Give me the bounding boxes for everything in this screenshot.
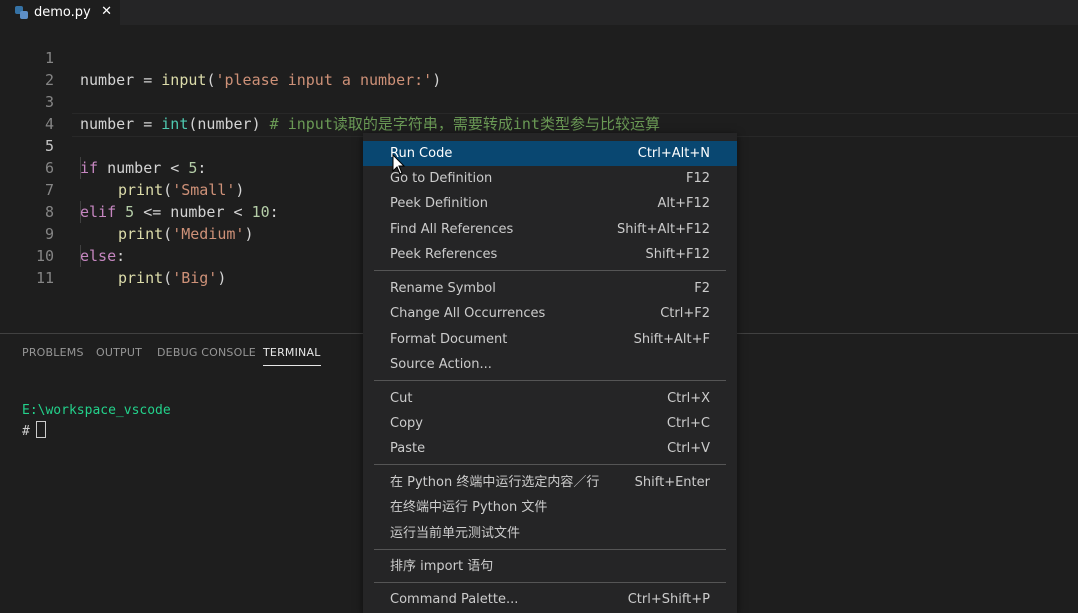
shortcut: Ctrl+V [667, 441, 710, 456]
editor-tab-demo-py[interactable]: demo.py ✕ [0, 0, 120, 25]
tab-debug-console[interactable]: DEBUG CONSOLE [157, 346, 256, 359]
menu-item-format-document[interactable]: Format Document Shift+Alt+F [363, 327, 737, 352]
tab-terminal[interactable]: TERMINAL [263, 346, 321, 366]
menu-separator [374, 582, 726, 583]
shortcut: Shift+Enter [634, 475, 710, 490]
menu-item-paste[interactable]: Paste Ctrl+V [363, 436, 737, 461]
menu-separator [374, 549, 726, 550]
menu-item-source-action[interactable]: Source Action... [363, 352, 737, 377]
prompt-symbol: # [22, 424, 30, 439]
menu-item-change-all-occurrences[interactable]: Change All Occurrences Ctrl+F2 [363, 301, 737, 326]
shortcut: Alt+F12 [657, 196, 710, 211]
shortcut: Ctrl+X [667, 391, 710, 406]
menu-item-sort-imports[interactable]: 排序 import 语句 [363, 554, 737, 579]
menu-separator [374, 270, 726, 271]
close-icon[interactable]: ✕ [101, 4, 112, 19]
menu-separator [374, 464, 726, 465]
shortcut: F2 [694, 281, 710, 296]
shortcut: F12 [685, 171, 710, 186]
terminal-prompt[interactable]: # [22, 421, 46, 439]
menu-item-cut[interactable]: Cut Ctrl+X [363, 386, 737, 411]
shortcut: Shift+Alt+F [633, 332, 710, 347]
code-line-active: 5 if number < 5: [0, 113, 1078, 177]
code-line: 2 [0, 47, 1078, 89]
menu-item-rename-symbol[interactable]: Rename Symbol F2 [363, 276, 737, 301]
shortcut: Ctrl+F2 [660, 306, 710, 321]
code-line: 3 number = int(number) # input读取的是字符串，需要… [0, 69, 1078, 133]
code-line: 1 number = input('please input a number:… [0, 25, 1078, 89]
python-file-icon [15, 5, 29, 20]
context-menu: Run Code Ctrl+Alt+N Go to Definition F12 P… [363, 133, 737, 613]
shortcut: Ctrl+Alt+N [637, 146, 710, 161]
menu-item-run-current-unit-test-file[interactable]: 运行当前单元测试文件 [363, 521, 737, 546]
shortcut: Shift+F12 [645, 247, 710, 262]
menu-item-run-code[interactable]: Run Code Ctrl+Alt+N [363, 141, 737, 166]
menu-separator [374, 380, 726, 381]
tab-problems[interactable]: PROBLEMS [22, 346, 84, 359]
menu-item-find-all-references[interactable]: Find All References Shift+Alt+F12 [363, 217, 737, 242]
shortcut: Shift+Alt+F12 [617, 222, 710, 237]
menu-item-peek-references[interactable]: Peek References Shift+F12 [363, 242, 737, 267]
menu-item-command-palette[interactable]: Command Palette... Ctrl+Shift+P [363, 587, 737, 612]
tab-bar: demo.py ✕ [0, 0, 1078, 25]
shortcut: Ctrl+C [666, 416, 710, 431]
line-number: 11 [35, 269, 54, 287]
menu-item-run-python-file-in-terminal[interactable]: 在终端中运行 Python 文件 [363, 495, 737, 520]
menu-item-run-selection-in-python-terminal[interactable]: 在 Python 终端中运行选定内容／行 Shift+Enter [363, 470, 737, 495]
mouse-pointer-icon [392, 154, 406, 175]
terminal-path: E:\workspace_vscode [22, 403, 171, 418]
tab-output[interactable]: OUTPUT [96, 346, 142, 359]
menu-item-peek-definition[interactable]: Peek Definition Alt+F12 [363, 191, 737, 216]
tab-label: demo.py [34, 5, 91, 20]
shortcut: Ctrl+Shift+P [627, 592, 710, 607]
code-line: 4 [0, 91, 1078, 133]
terminal-cursor [35, 421, 46, 438]
menu-item-go-to-definition[interactable]: Go to Definition F12 [363, 166, 737, 191]
menu-item-copy[interactable]: Copy Ctrl+C [363, 411, 737, 436]
